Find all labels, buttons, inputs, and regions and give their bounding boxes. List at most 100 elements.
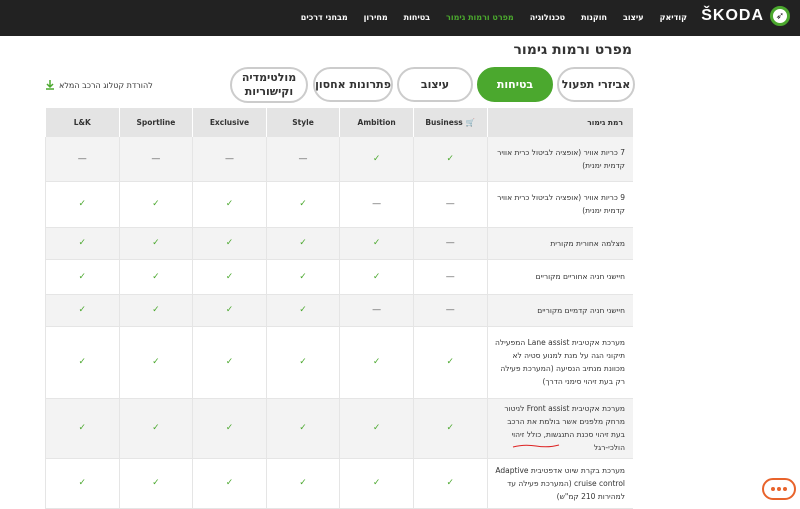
nav-item-technology[interactable]: טכנולוגיה: [522, 0, 573, 36]
nav-item-safety[interactable]: בטיחות: [396, 0, 438, 36]
table-row: מצלמה אחורית מקורית — ✓ ✓ ✓ ✓ ✓: [45, 227, 633, 260]
check-icon: ✓: [339, 398, 414, 459]
check-icon: ✓: [118, 259, 193, 295]
check-icon: ✓: [192, 326, 267, 399]
nav-item-road-tests[interactable]: מבחני דרכים: [293, 0, 356, 36]
category-tabs: אביזרי תפעול בטיחות עיצוב פתרונות אחסון …: [230, 67, 635, 103]
header-exclusive: Exclusive: [192, 108, 267, 137]
check-icon: ✓: [118, 181, 193, 228]
dash-cell: —: [412, 259, 487, 295]
table-row: 7 כריות אוויר (אופציה לביטול כרית אוויר …: [45, 137, 633, 182]
table-row: חיישני חניה קדמיים מקוריים — — ✓ ✓ ✓ ✓: [45, 294, 633, 327]
check-icon: ✓: [339, 259, 414, 295]
header-sportline: Sportline: [118, 108, 193, 137]
top-navigation-bar: ŠKODA ➶ קודיאק עיצוב חוקנות טכנולוגיה מפ…: [0, 0, 800, 36]
download-label: להורדת קטלוג הרכב המלא: [59, 80, 153, 90]
brand-name: ŠKODA: [701, 7, 764, 24]
skoda-emblem-icon: ➶: [770, 6, 790, 26]
dash-cell: —: [45, 137, 120, 182]
feature-cell: מערכת אקטיבית Lane assist המפעילה תיקוני…: [486, 326, 633, 399]
chat-dot-icon: [771, 487, 775, 491]
check-icon: ✓: [118, 326, 193, 399]
table-row: מערכת אקטיבית Front assist לניטור מרחק מ…: [45, 398, 633, 459]
check-icon: ✓: [45, 398, 120, 459]
check-icon: ✓: [45, 259, 120, 295]
check-icon: ✓: [265, 227, 340, 260]
table-row: חיישני חניה אחוריים מקוריים — ✓ ✓ ✓ ✓ ✓: [45, 259, 633, 295]
check-icon: ✓: [412, 326, 487, 399]
check-icon: ✓: [118, 398, 193, 459]
tab-design[interactable]: עיצוב: [397, 67, 473, 102]
check-icon: ✓: [339, 227, 414, 260]
feature-cell: 9 כריות אוויר (אופציה לביטול כרית אוויר …: [486, 181, 633, 228]
dash-cell: —: [118, 137, 193, 182]
feature-cell: חיישני חניה אחוריים מקוריים: [486, 259, 633, 295]
check-icon: ✓: [339, 326, 414, 399]
feature-cell: מערכת אקטיבית Front assist לניטור מרחק מ…: [486, 398, 633, 459]
download-icon: [46, 80, 54, 90]
check-icon: ✓: [265, 181, 340, 228]
check-icon: ✓: [339, 458, 414, 509]
check-icon: ✓: [45, 227, 120, 260]
dash-cell: —: [192, 137, 267, 182]
check-icon: ✓: [45, 181, 120, 228]
header-lk: L&K: [45, 108, 120, 137]
download-catalog-link[interactable]: להורדת קטלוג הרכב המלא: [45, 80, 153, 90]
feature-cell: חיישני חניה קדמיים מקוריים: [486, 294, 633, 327]
check-icon: ✓: [192, 458, 267, 509]
check-icon: ✓: [339, 137, 414, 182]
check-icon: ✓: [45, 294, 120, 327]
chat-dot-icon: [777, 487, 781, 491]
check-icon: ✓: [192, 181, 267, 228]
check-icon: ✓: [118, 227, 193, 260]
chat-dot-icon: [783, 487, 787, 491]
tab-storage-solutions[interactable]: פתרונות אחסון: [313, 67, 393, 102]
table-row: 9 כריות אוויר (אופציה לביטול כרית אוויר …: [45, 181, 633, 228]
dash-cell: —: [412, 181, 487, 228]
dash-cell: —: [412, 294, 487, 327]
tab-safety[interactable]: בטיחות: [477, 67, 553, 102]
check-icon: ✓: [265, 458, 340, 509]
header-trim-level: רמת גימור: [486, 108, 633, 137]
check-icon: ✓: [265, 259, 340, 295]
table-row: מערכת אקטיבית Lane assist המפעילה תיקוני…: [45, 326, 633, 399]
skoda-logo[interactable]: ŠKODA ➶: [701, 6, 790, 26]
check-icon: ✓: [265, 398, 340, 459]
check-icon: ✓: [45, 326, 120, 399]
nav-item-kodiaq[interactable]: קודיאק: [652, 0, 695, 36]
nav-item-features[interactable]: חוקנות: [573, 0, 615, 36]
check-icon: ✓: [265, 294, 340, 327]
check-icon: ✓: [265, 326, 340, 399]
check-icon: ✓: [192, 227, 267, 260]
check-icon: ✓: [412, 398, 487, 459]
dash-cell: —: [339, 181, 414, 228]
page-title: מפרט ורמות גימור: [513, 42, 632, 58]
check-icon: ✓: [118, 458, 193, 509]
check-icon: ✓: [192, 398, 267, 459]
feature-cell: מצלמה אחורית מקורית: [486, 227, 633, 260]
dash-cell: —: [265, 137, 340, 182]
nav-item-design[interactable]: עיצוב: [615, 0, 652, 36]
header-ambition: Ambition: [339, 108, 414, 137]
feature-cell: 7 כריות אוויר (אופציה לביטול כרית אוויר …: [486, 137, 633, 182]
check-icon: ✓: [45, 458, 120, 509]
handwritten-underline: [512, 444, 560, 448]
check-icon: ✓: [192, 294, 267, 327]
table-row: מערכת בקרת שיוט אדפטיבית Adaptive cruise…: [45, 458, 633, 509]
tab-multimedia[interactable]: מולטימדיה וקישוריות: [230, 67, 308, 103]
nav-item-pricelist[interactable]: מחירון: [356, 0, 396, 36]
chat-button[interactable]: [762, 478, 796, 500]
feature-cell: מערכת בקרת שיוט אדפטיבית Adaptive cruise…: [486, 458, 633, 509]
cart-icon: 🛒: [465, 118, 476, 127]
check-icon: ✓: [118, 294, 193, 327]
nav-item-specs[interactable]: מפרט ורמות גימור: [438, 0, 522, 36]
check-icon: ✓: [192, 259, 267, 295]
main-nav: קודיאק עיצוב חוקנות טכנולוגיה מפרט ורמות…: [293, 0, 695, 36]
dash-cell: —: [339, 294, 414, 327]
tab-operation-accessories[interactable]: אביזרי תפעול: [557, 67, 635, 102]
check-icon: ✓: [412, 458, 487, 509]
header-style: Style: [265, 108, 340, 137]
header-business: 🛒Business: [412, 108, 487, 137]
table-header-row: רמת גימור 🛒Business Ambition Style Exclu…: [45, 108, 633, 137]
check-icon: ✓: [412, 137, 487, 182]
